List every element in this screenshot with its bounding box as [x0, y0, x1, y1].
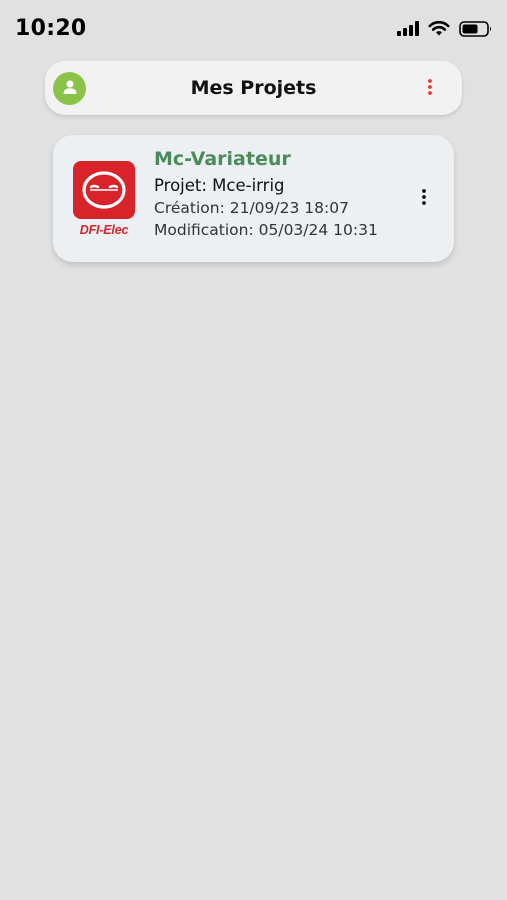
page-title: Mes Projets: [190, 77, 317, 99]
logo-text: DFI-Elec: [79, 223, 129, 237]
battery-icon: [459, 20, 493, 41]
modified-date: Modification: 05/03/24 10:31: [154, 221, 378, 239]
project-name: Mc-Variateur: [154, 148, 291, 170]
signal-icon: [397, 21, 419, 40]
more-vert-icon: [421, 188, 427, 210]
wifi-icon: [428, 20, 450, 41]
header-menu-button[interactable]: [420, 78, 440, 100]
status-time: 10:20: [15, 16, 87, 41]
project-card[interactable]: DFI-Elec Mc-Variateur Projet: Mce-irrig …: [53, 135, 454, 262]
more-vert-icon: [427, 78, 433, 100]
project-menu-button[interactable]: [416, 187, 432, 211]
status-icons: [397, 20, 493, 41]
project-logo: DFI-Elec: [71, 161, 137, 239]
status-bar: 10:20: [0, 0, 507, 60]
logo-mascot-icon: [73, 161, 135, 219]
app-header: Mes Projets: [45, 61, 462, 115]
project-line: Projet: Mce-irrig: [154, 176, 285, 195]
created-date: Création: 21/09/23 18:07: [154, 199, 349, 217]
